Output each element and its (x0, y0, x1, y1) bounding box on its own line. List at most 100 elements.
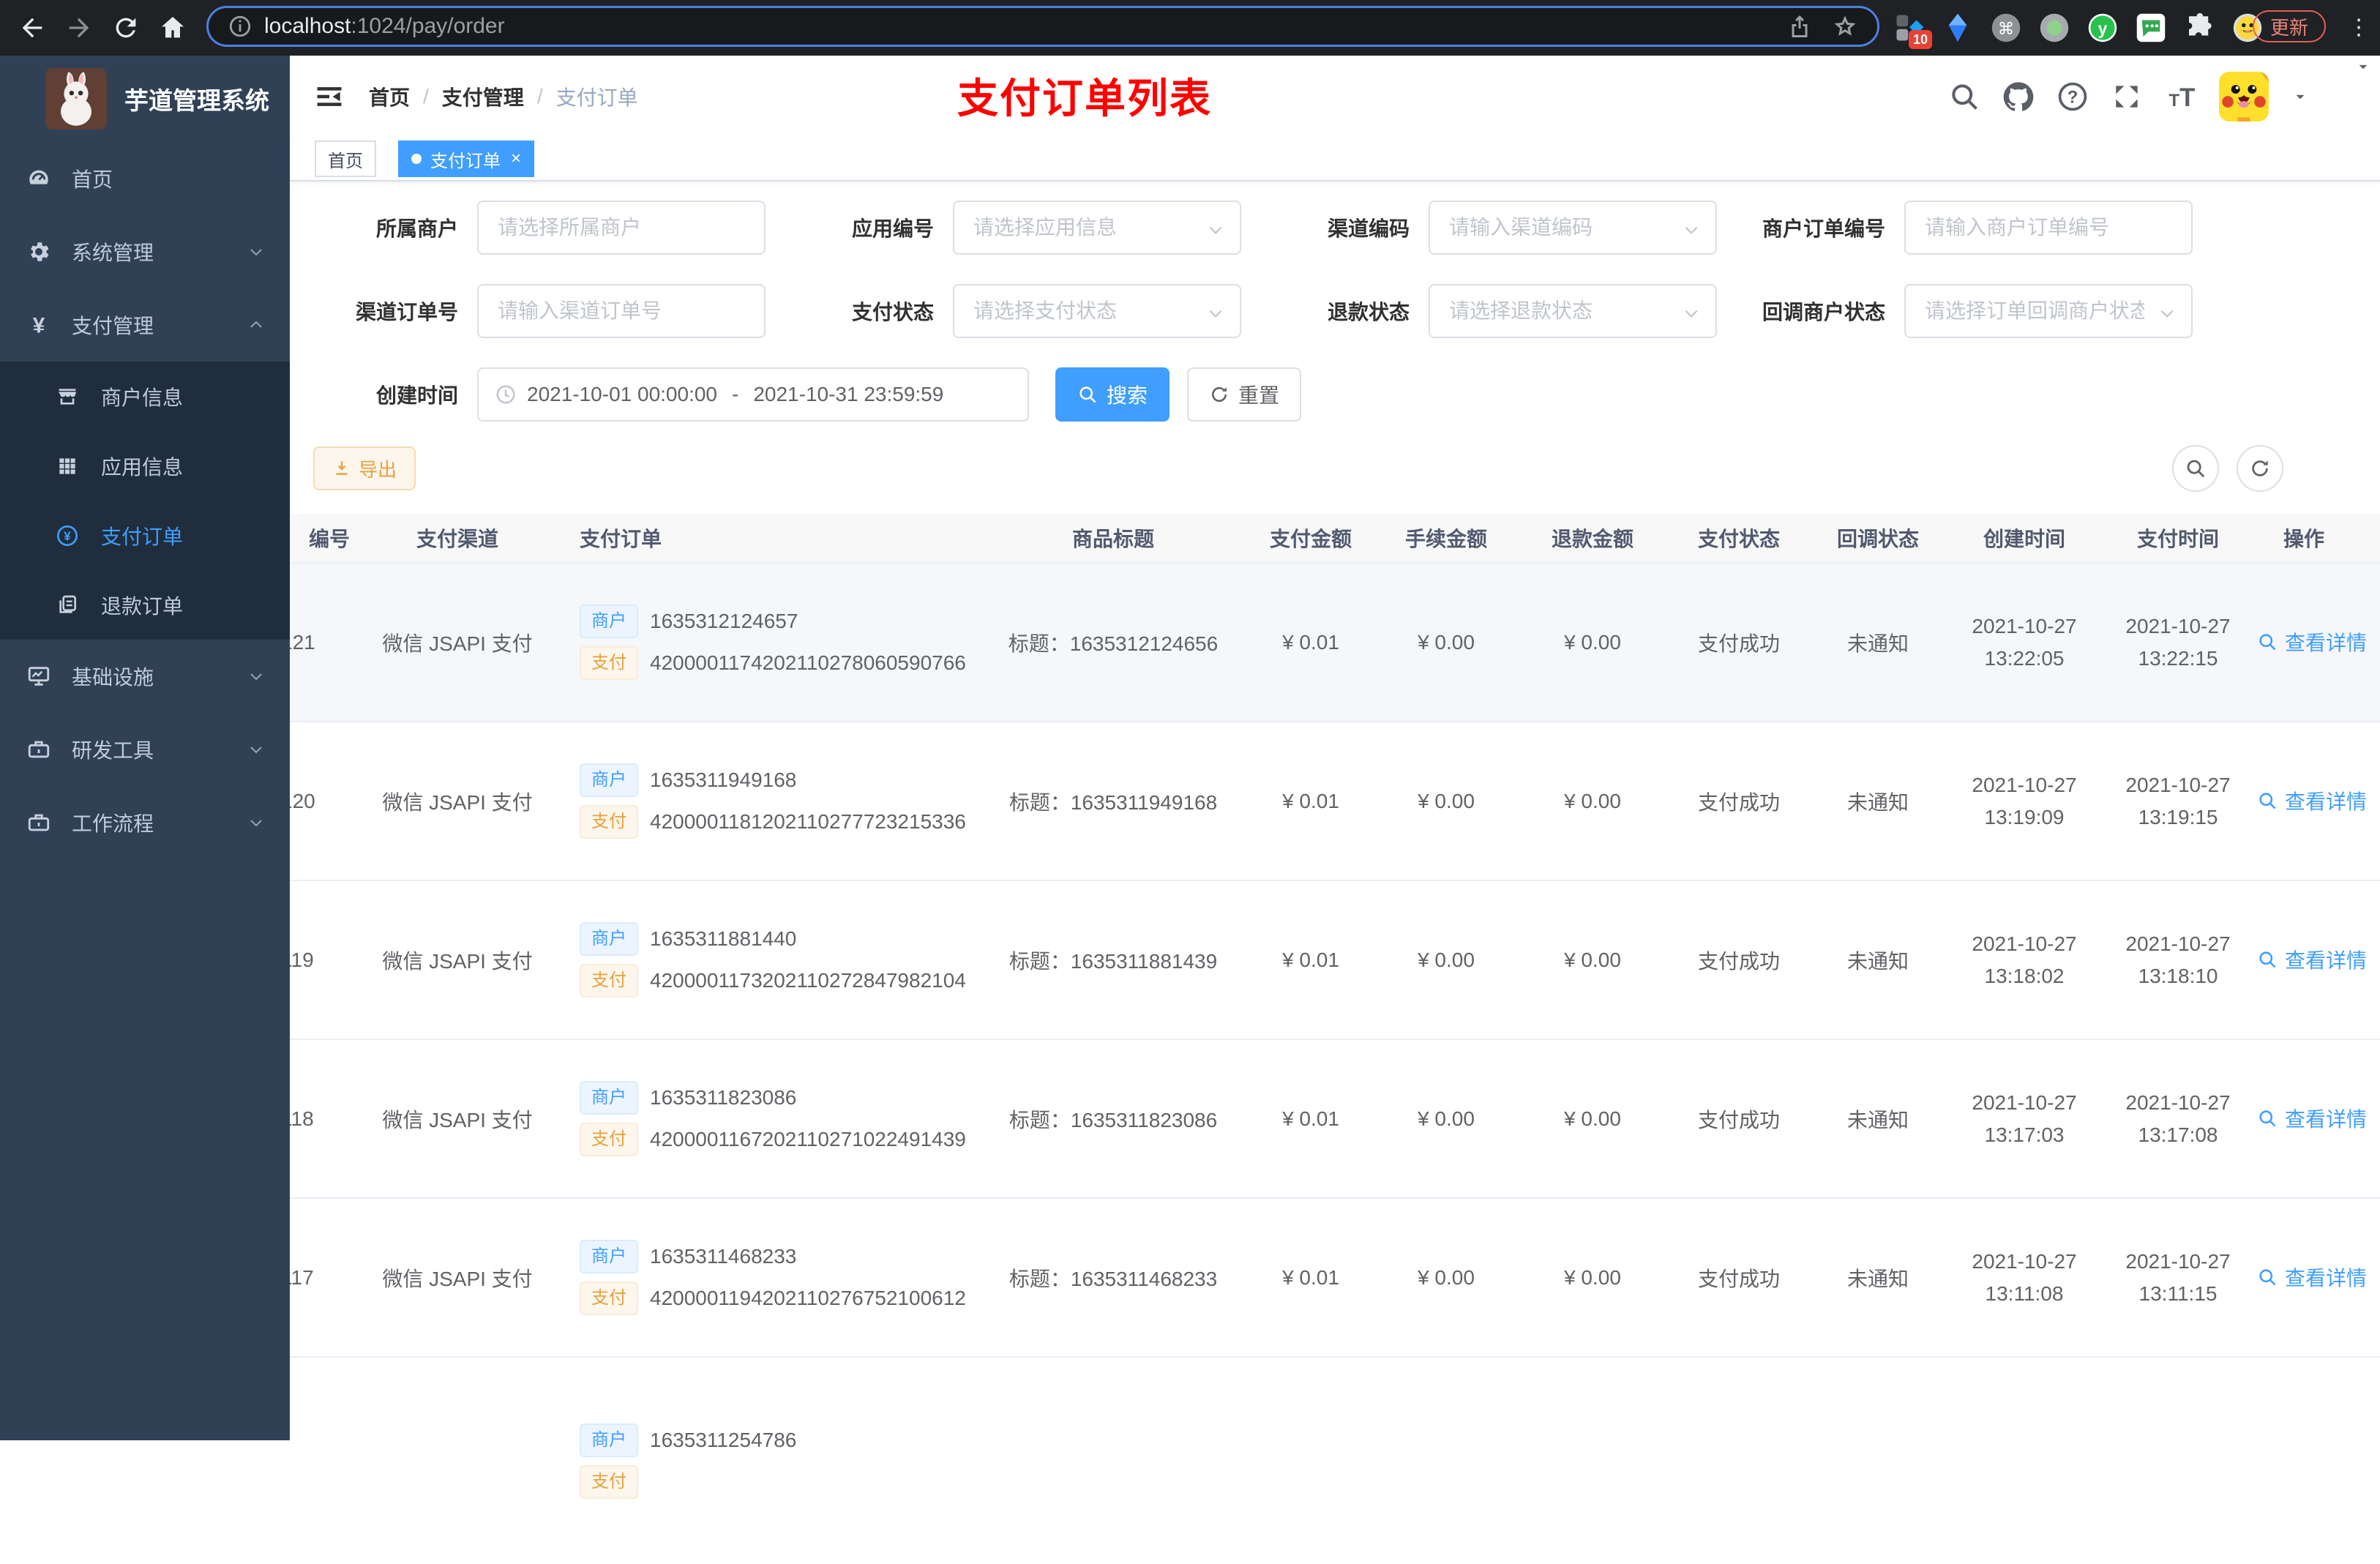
pay-status-select[interactable] (954, 285, 1240, 337)
table-row: 120 微信 JSAPI 支付 商户1635311949168 支付420000… (290, 722, 2380, 881)
merchant-tag: 商户 (580, 1240, 638, 1273)
browser-back-icon[interactable] (18, 13, 47, 42)
refresh-table-button[interactable] (2237, 445, 2283, 492)
notify-status-select[interactable] (1906, 285, 2191, 337)
date-range-picker[interactable]: 2021-10-01 00:00:00 - 2021-10-31 23:59:5… (477, 367, 1029, 422)
select-chevron-icon (1682, 220, 1701, 239)
breadcrumb-home[interactable]: 首页 (369, 82, 410, 111)
chevron-up-icon (247, 316, 265, 334)
sidebar-item-pay-order[interactable]: 支付订单 (0, 501, 290, 570)
reset-button[interactable]: 重置 (1187, 367, 1302, 422)
cell-status: 支付成功 (1666, 1039, 1812, 1199)
help-icon[interactable] (2057, 81, 2089, 113)
view-detail-link[interactable]: 查看详情 (2257, 786, 2367, 815)
sidebar-item-system[interactable]: 系统管理 (0, 215, 290, 288)
font-size-icon[interactable] (2165, 81, 2197, 113)
view-detail-link[interactable]: 查看详情 (2257, 627, 2367, 656)
tag-pay-order[interactable]: 支付订单 × (398, 141, 535, 177)
merchant-select[interactable] (479, 202, 764, 253)
export-button[interactable]: 导出 (313, 446, 416, 490)
share-icon[interactable] (1786, 13, 1813, 40)
extensions-puzzle-icon[interactable] (2184, 12, 2215, 43)
cell-title: 标题：1635311949168 (978, 722, 1249, 881)
view-detail-link[interactable]: 查看详情 (2257, 945, 2367, 974)
cell-paid: 2021-10-27 13:22:15 (2105, 563, 2251, 722)
magnifier-icon (2257, 1108, 2278, 1129)
sidebar-item-dev-tools[interactable]: 研发工具 (0, 713, 290, 786)
extension-chat-icon[interactable] (2136, 12, 2166, 43)
browser-update-button[interactable]: 更新 (2253, 10, 2327, 42)
sidebar-item-workflow[interactable]: 工作流程 (0, 786, 290, 859)
browser-reload-icon[interactable] (111, 13, 141, 42)
cell-refund: ¥ 0.00 (1519, 880, 1666, 1040)
pay-tag: 支付 (580, 964, 638, 998)
sidebar-item-refund-order[interactable]: 退款订单 (0, 570, 290, 640)
sidebar-collapse-icon[interactable] (313, 81, 345, 113)
extension-y-icon[interactable]: y (2087, 12, 2118, 43)
col-channel: 支付渠道 (354, 514, 561, 564)
cell-amount: ¥ 0.01 (1249, 1198, 1373, 1358)
breadcrumb-payment[interactable]: 支付管理 (442, 82, 524, 111)
table-row-partial: 商户 1635311254786 支付 (290, 1357, 2380, 1564)
download-icon (332, 459, 351, 478)
pay-tag: 支付 (580, 1281, 638, 1315)
cell-channel: 微信 JSAPI 支付 (354, 722, 561, 881)
show-search-toggle-button[interactable] (2172, 445, 2219, 492)
pay-tag: 支付 (580, 805, 638, 839)
extension-switcher-icon[interactable]: 10 (1894, 12, 1932, 49)
browser-forward-icon[interactable] (64, 13, 94, 42)
col-title: 商品标题 (978, 514, 1249, 564)
cell-fee: ¥ 0.00 (1373, 880, 1519, 1040)
browser-home-icon[interactable] (158, 13, 187, 42)
grid-icon (56, 454, 79, 478)
cell-refund: ¥ 0.00 (1519, 563, 1666, 722)
sidebar-logo[interactable]: 芋道管理系统 (0, 56, 290, 142)
cell-fee: ¥ 0.00 (1373, 1039, 1519, 1199)
browser-menu-dots-icon[interactable]: ⋮ (2348, 12, 2370, 44)
cell-fee: ¥ 0.00 (1373, 722, 1519, 881)
site-info-icon[interactable] (228, 14, 252, 39)
select-chevron-icon (1206, 304, 1225, 323)
view-detail-link[interactable]: 查看详情 (2257, 1262, 2367, 1292)
filter-pay-status: 支付状态 (766, 284, 1241, 338)
view-detail-link[interactable]: 查看详情 (2257, 1104, 2367, 1133)
cell-order: 商户 1635311881440 支付 4200001173202110272847… (561, 880, 978, 1040)
sidebar-item-payment[interactable]: 支付管理 (0, 288, 290, 362)
extension-command-icon[interactable]: ⌘ (1991, 12, 2021, 43)
search-icon[interactable] (1948, 81, 1980, 113)
sidebar-item-infrastructure[interactable]: 基础设施 (0, 640, 290, 713)
sidebar-item-app-info[interactable]: 应用信息 (0, 431, 290, 501)
tag-home[interactable]: 首页 (315, 141, 376, 177)
chevron-down-icon (247, 667, 265, 685)
extension-dot-icon[interactable] (2039, 12, 2070, 43)
sidebar-item-merchant-info[interactable]: 商户信息 (0, 362, 290, 431)
address-bar[interactable]: localhost:1024/pay/order (206, 6, 1879, 47)
table-header-row: 编号 支付渠道 支付订单 商品标题 支付金额 手续金额 退款金额 支付状态 回调… (290, 514, 2380, 564)
search-button[interactable]: 搜索 (1055, 367, 1170, 422)
sidebar-item-home[interactable]: 首页 (0, 142, 290, 215)
cell-title: 标题：1635311823086 (978, 1039, 1249, 1199)
date-start[interactable]: 2021-10-01 00:00:00 (527, 383, 717, 406)
bookmark-star-icon[interactable] (1832, 13, 1858, 40)
table-row: 119 微信 JSAPI 支付 商户1635311881440 支付420000… (290, 880, 2380, 1040)
documents-icon (56, 594, 79, 617)
tag-close-icon[interactable]: × (511, 150, 521, 168)
refund-status-select[interactable] (1430, 285, 1715, 337)
avatar-caret-icon[interactable] (2291, 87, 2310, 106)
github-icon[interactable] (2002, 81, 2035, 113)
table-row: 117 微信 JSAPI 支付 商户1635311468233 支付420000… (290, 1198, 2380, 1358)
browser-overflow-caret-icon[interactable] (2354, 57, 2373, 76)
filter-refund-status: 退款状态 (1241, 284, 1717, 338)
channel-code-select[interactable] (1430, 202, 1715, 253)
cell-refund: ¥ 0.00 (1519, 1039, 1666, 1199)
col-amount: 支付金额 (1249, 514, 1373, 564)
extension-kite-icon[interactable] (1942, 12, 1973, 43)
avatar[interactable] (2219, 72, 2269, 121)
app-id-select[interactable] (954, 202, 1240, 253)
main-panel: 首页 / 支付管理 / 支付订单 支付订单列表 首页 支付订单 × 所属商户 请… (290, 56, 2380, 1499)
chevron-down-icon (247, 814, 265, 831)
date-end[interactable]: 2021-10-31 23:59:59 (753, 383, 943, 406)
merchant-order-no-input[interactable] (1906, 202, 2191, 253)
fullscreen-icon[interactable] (2111, 81, 2143, 113)
channel-order-no-input[interactable] (479, 285, 764, 337)
